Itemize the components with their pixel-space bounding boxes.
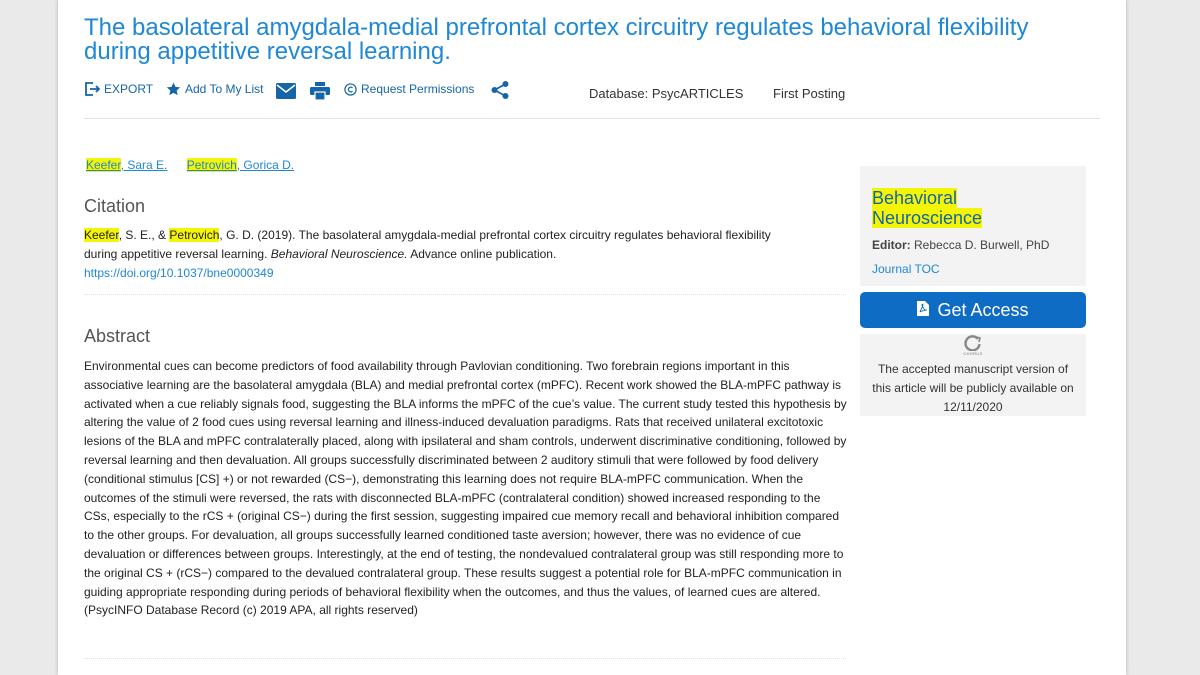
citation-heading: Citation: [84, 196, 146, 216]
request-permissions-button[interactable]: Request Permissions: [344, 82, 474, 96]
author-link[interactable]: Petrovich, Gorica D.: [186, 158, 294, 172]
article-title: The basolateral amygdala-medial prefront…: [84, 14, 1029, 65]
email-icon: [276, 83, 296, 99]
pdf-icon: [917, 300, 930, 321]
export-label: EXPORT: [104, 82, 154, 96]
journal-toc-link[interactable]: Journal TOC: [872, 262, 940, 276]
journal-name[interactable]: Behavioral Neuroscience: [872, 188, 1074, 228]
abstract-text: Environmental cues can become predictors…: [84, 359, 847, 618]
get-access-label: Get Access: [937, 299, 1029, 320]
citation-text: Keefer, S. E., & Petrovich, G. D. (2019)…: [84, 228, 771, 280]
chorus-availability-text: The accepted manuscript version of this …: [872, 362, 1074, 414]
article-toolbar: EXPORT Add To My List Request Permission…: [84, 80, 1104, 106]
sidebar: Behavioral Neuroscience Editor: Rebecca D…: [860, 166, 1086, 416]
copyright-icon: [344, 82, 357, 96]
author-list: Keefer, Sara E. Petrovich, Gorica D.: [86, 158, 310, 172]
first-posting-label: First Posting: [773, 86, 846, 101]
add-to-list-label: Add To My List: [185, 82, 264, 96]
doi-link[interactable]: https://doi.org/10.1037/bne0000349: [84, 266, 274, 280]
journal-info-box: Behavioral Neuroscience Editor: Rebecca D…: [860, 166, 1086, 286]
add-to-list-button[interactable]: Add To My List: [166, 82, 263, 96]
print-button[interactable]: [310, 82, 330, 100]
share-icon: [490, 80, 510, 100]
article-page: The basolateral amygdala-medial prefront…: [58, 0, 1126, 675]
export-icon: [84, 82, 100, 96]
export-button[interactable]: EXPORT: [84, 82, 153, 96]
star-icon: [166, 82, 181, 96]
get-access-button[interactable]: Get Access: [860, 292, 1086, 328]
abstract-heading: Abstract: [84, 326, 151, 346]
email-button[interactable]: [276, 83, 296, 99]
database-label: Database: PsycARTICLES: [589, 86, 744, 101]
chorus-notice: CHORUS The accepted manuscript version o…: [860, 334, 1086, 416]
divider: [84, 658, 846, 659]
journal-editor: Editor: Rebecca D. Burwell, PhD: [872, 238, 1050, 252]
divider: [84, 118, 1100, 119]
share-button[interactable]: [490, 80, 510, 100]
divider: [84, 294, 846, 295]
request-permissions-label: Request Permissions: [361, 82, 475, 96]
chorus-logo: CHORUS: [860, 334, 1086, 356]
author-link[interactable]: Keefer, Sara E.: [86, 158, 167, 172]
print-icon: [310, 82, 330, 100]
